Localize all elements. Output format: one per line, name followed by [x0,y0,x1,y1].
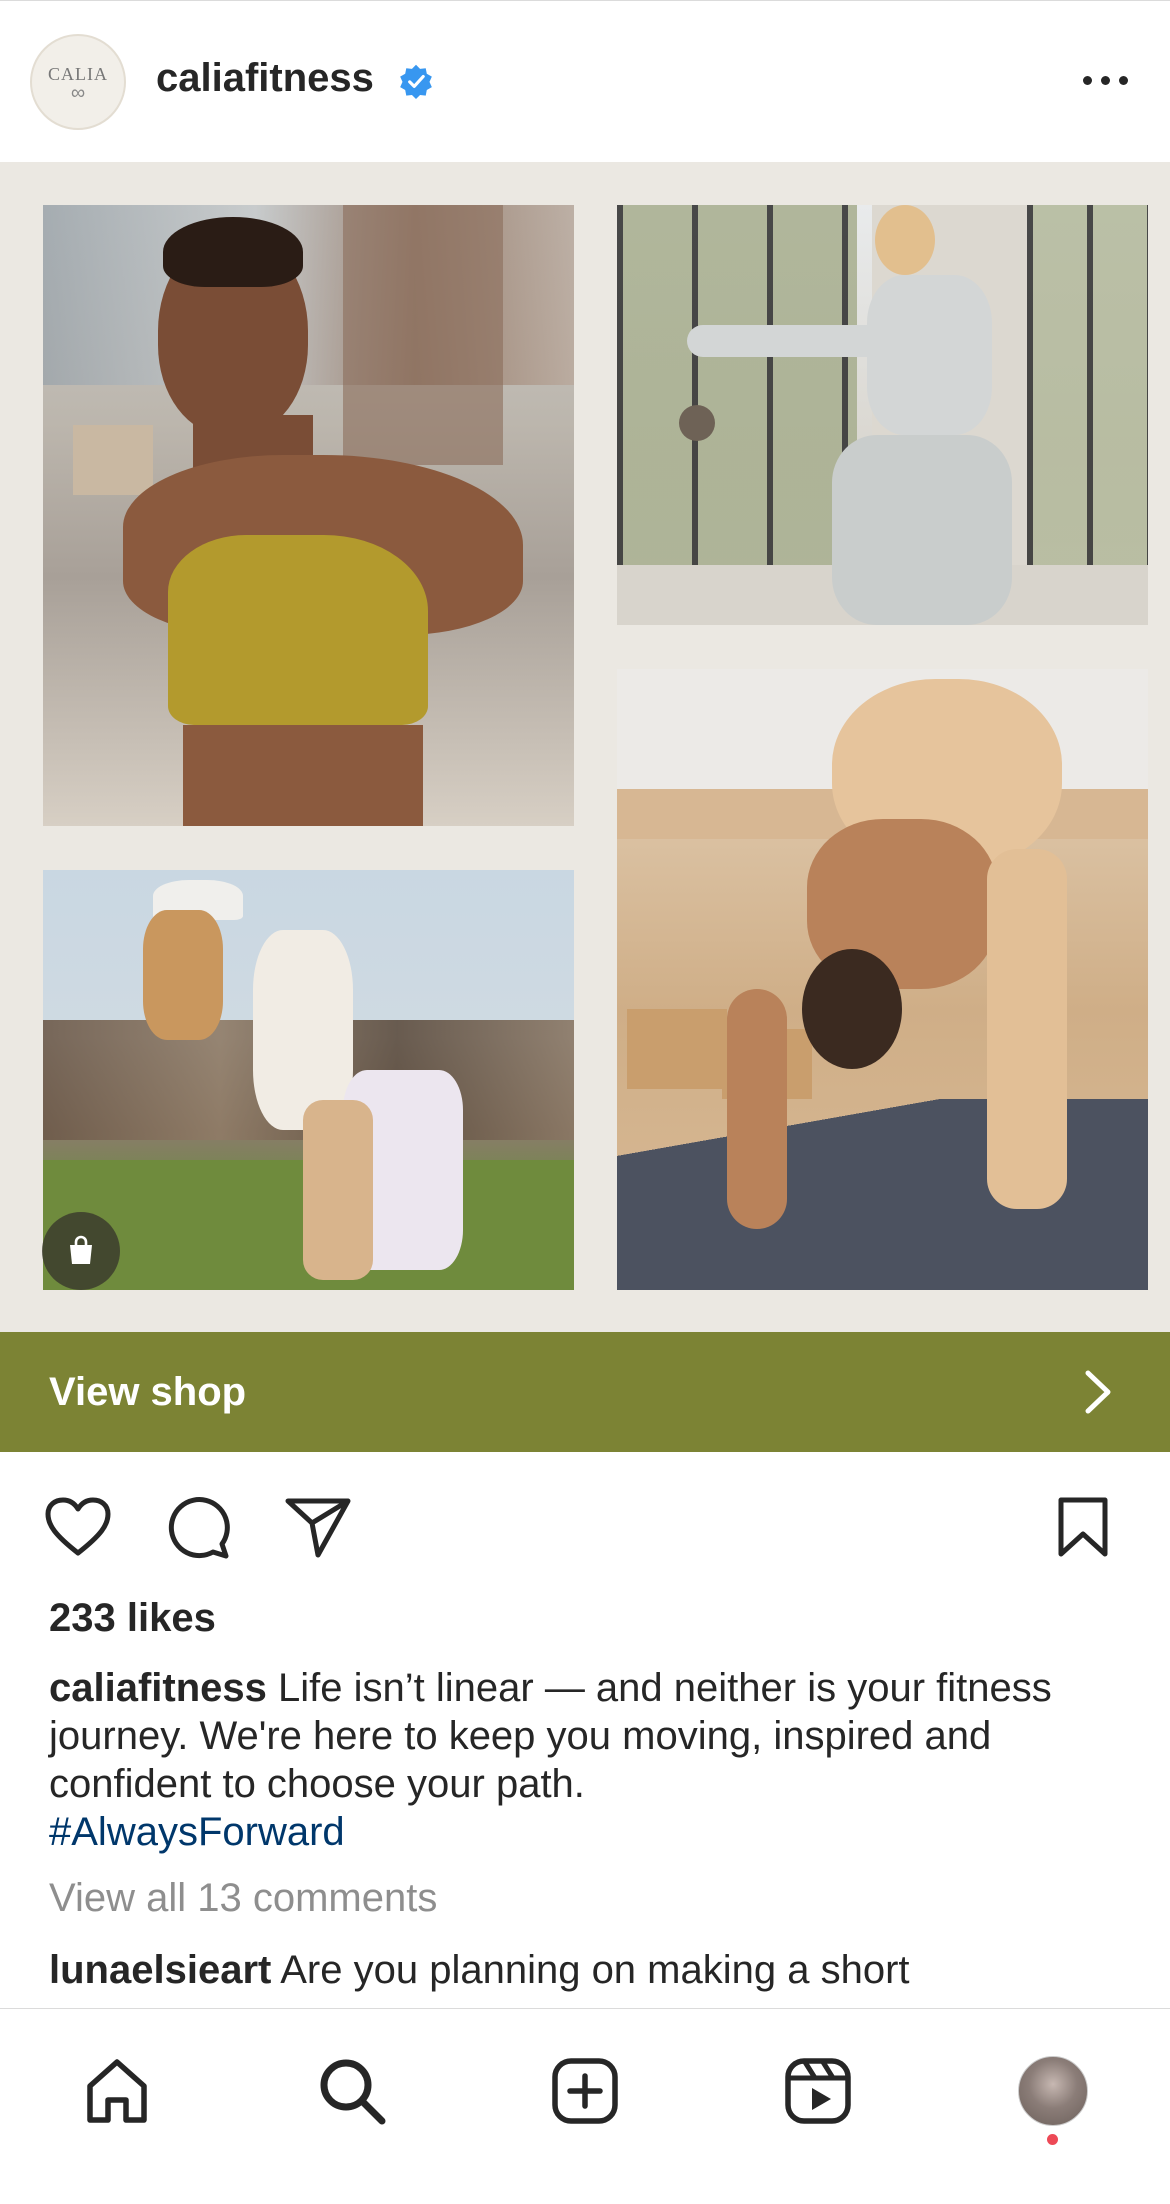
infinity-icon: ∞ [70,81,86,104]
more-options-button[interactable] [1070,60,1140,100]
search-icon [320,2059,386,2125]
comment-preview: lunaelsieart Are you planning on making … [49,1946,1109,2008]
view-shop-bar[interactable]: View shop [0,1332,1170,1452]
shopping-bag-icon[interactable] [42,1212,120,1290]
post-header: CALIA ∞ caliafitness [0,0,1170,162]
post-image-collage[interactable] [0,162,1170,1332]
profile-avatar [1018,2056,1088,2126]
save-button[interactable] [1048,1492,1118,1562]
more-dot [1100,75,1110,85]
notification-dot [1047,2134,1058,2145]
nav-search[interactable] [310,2049,394,2133]
caption-username[interactable]: caliafitness [49,1666,267,1710]
photo-golf-woman [43,870,574,1290]
nav-home[interactable] [75,2049,159,2133]
photo-stretching-woman [43,205,574,826]
post-username[interactable]: caliafitness [156,56,374,101]
verified-badge-icon [400,64,432,99]
nav-reels[interactable] [776,2049,860,2133]
comment-button[interactable] [163,1492,233,1562]
likes-count[interactable]: 233 likes [49,1596,216,1641]
view-shop-label: View shop [49,1369,247,1414]
nav-create[interactable] [543,2049,627,2133]
more-dot [1118,75,1128,85]
post-actions [0,1452,1170,1592]
comment-username[interactable]: lunaelsieart [49,1948,271,1992]
bookmark-icon [1058,1497,1108,1557]
bag-glyph [70,1235,92,1264]
comment-text: Are you planning on making a short [280,1948,910,1992]
chevron-right-icon [1085,1370,1111,1414]
nav-profile[interactable] [1011,2049,1095,2133]
photo-yoga-woman [617,669,1148,1290]
caption-hashtag[interactable]: #AlwaysForward [49,1808,1109,1856]
account-avatar[interactable]: CALIA ∞ [30,34,126,130]
photo-lunge-woman [617,205,1148,625]
heart-icon [45,1497,111,1556]
create-icon [552,2058,618,2124]
view-all-comments-link[interactable]: View all 13 comments [49,1876,437,1921]
bottom-navigation [0,2008,1170,2204]
share-button[interactable] [283,1492,353,1562]
reels-icon [785,2058,851,2124]
post-caption: caliafitness Life isn’t linear — and nei… [49,1664,1109,1856]
home-icon [87,2059,147,2123]
send-icon [285,1498,351,1558]
comment-icon [168,1497,230,1559]
like-button[interactable] [43,1492,113,1562]
more-dot [1082,75,1092,85]
